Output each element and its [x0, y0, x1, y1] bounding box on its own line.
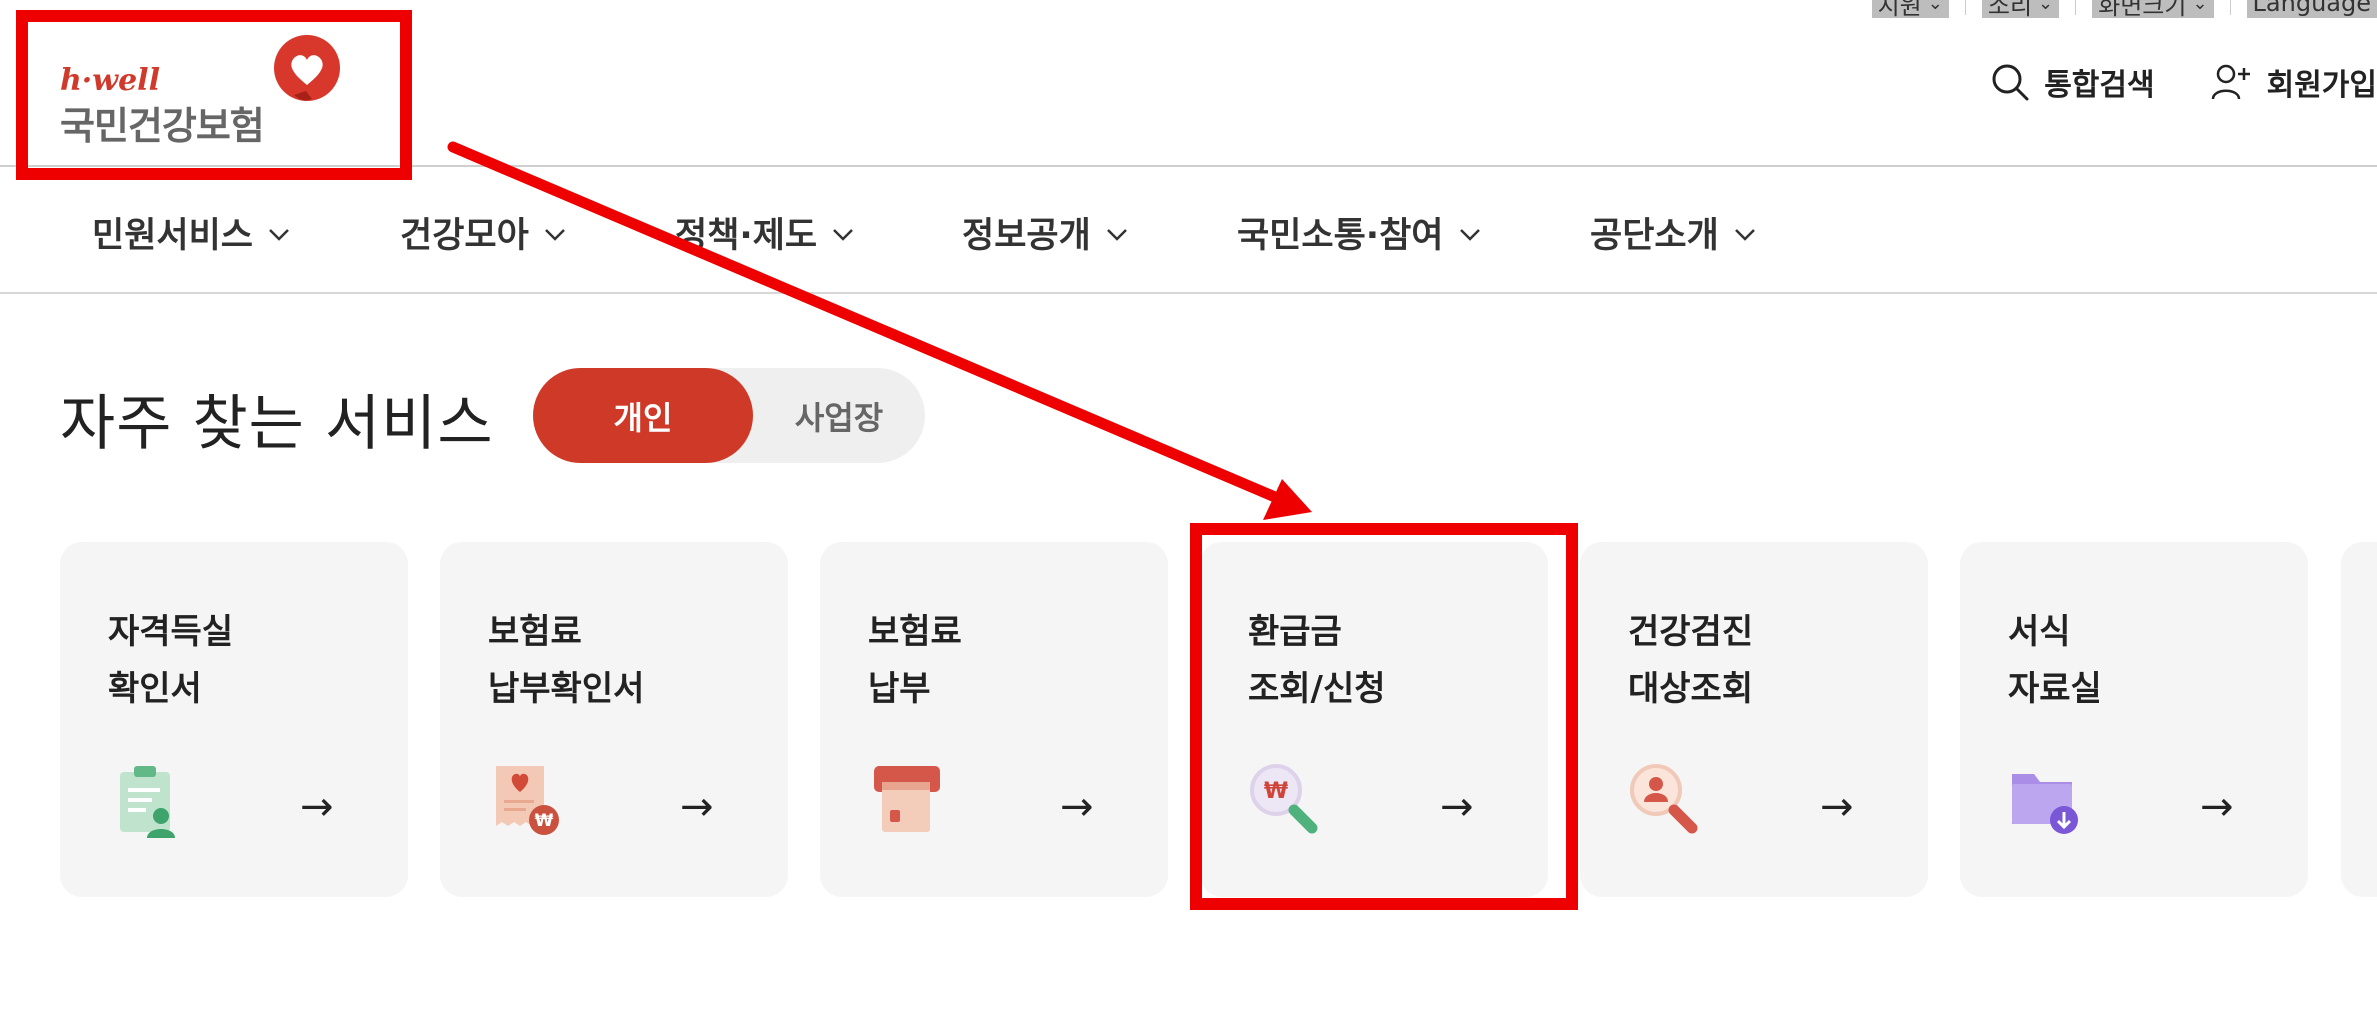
- card-title-line: 보험료: [488, 612, 582, 652]
- nav-item-disclosure[interactable]: 정보공개: [962, 207, 1129, 258]
- payment-card-icon: [874, 766, 940, 832]
- nav-item-label: 민원서비스: [92, 216, 254, 256]
- util-font-size[interactable]: 화면크기 ⌄: [2092, 0, 2214, 20]
- service-card-health-checkup[interactable]: 건강검진대상조회 →: [1580, 542, 1928, 897]
- chevron-down-icon: [1734, 228, 1755, 241]
- person-magnifier-icon: [1630, 764, 1698, 834]
- card-title: 보험료납부: [868, 604, 962, 718]
- card-title-line: 서식: [2008, 612, 2071, 652]
- util-sound[interactable]: 소리 ⌄: [1981, 0, 2060, 20]
- service-card-forms[interactable]: 서식자료실 →: [1960, 542, 2308, 897]
- signup-button[interactable]: 회원가입: [2211, 60, 2377, 104]
- highlight-box-refund: [1190, 523, 1578, 910]
- divider: [2075, 0, 2077, 15]
- chevron-down-icon: ⌄: [1927, 0, 1943, 14]
- card-title: 건강검진대상조회: [1628, 604, 1753, 718]
- nav-item-civil-service[interactable]: 민원서비스: [92, 207, 291, 258]
- nav-item-label: 건강모아: [400, 216, 529, 256]
- card-title: 서식자료실: [2008, 604, 2102, 718]
- nav-item-label: 정책·제도: [675, 216, 818, 256]
- card-title: 자격득실확인서: [108, 604, 233, 718]
- chevron-down-icon: [1106, 228, 1127, 241]
- svg-text:₩: ₩: [535, 811, 554, 831]
- chevron-down-icon: [833, 228, 853, 241]
- arrow-right-icon: →: [300, 784, 334, 830]
- arrow-right-icon: →: [1060, 784, 1094, 830]
- card-title-line: 자료실: [2008, 669, 2102, 709]
- nav-item-about[interactable]: 공단소개: [1590, 207, 1757, 258]
- nav-item-policy[interactable]: 정책·제도: [675, 207, 855, 258]
- card-title-line: 확인서: [108, 669, 202, 709]
- service-card-premium-payment[interactable]: 보험료납부 →: [820, 542, 1168, 897]
- nav-item-label: 공단소개: [1590, 216, 1719, 256]
- certificate-icon: [120, 766, 175, 838]
- main-nav: 민원서비스 건강모아 정책·제도 정보공개 국민소통·참여 공단소개: [0, 165, 2377, 294]
- chevron-down-icon: [269, 228, 289, 241]
- user-type-toggle: 개인 사업장: [533, 368, 925, 463]
- service-card-premium-certificate[interactable]: 보험료납부확인서 ₩ →: [440, 542, 788, 897]
- util-language-label: Language: [2252, 0, 2371, 17]
- arrow-right-icon: →: [680, 784, 714, 830]
- card-title-line: 보험료: [868, 612, 962, 652]
- chevron-down-icon: ⌄: [2038, 0, 2054, 14]
- util-support[interactable]: 지원 ⌄: [1871, 0, 1949, 20]
- util-sound-label: 소리: [1987, 0, 2033, 20]
- divider: [2229, 0, 2231, 15]
- service-card-next[interactable]: [2341, 542, 2377, 897]
- card-title: 보험료납부확인서: [488, 604, 644, 718]
- arrow-right-icon: →: [1820, 784, 1854, 830]
- card-title-line: 대상조회: [1628, 669, 1754, 709]
- card-title-line: 납부확인서: [488, 669, 645, 709]
- highlight-box-logo: [16, 10, 412, 180]
- utility-bar: 지원 ⌄ 소리 ⌄ 화면크기 ⌄ Language: [1856, 0, 2377, 20]
- card-title-line: 납부: [868, 669, 931, 709]
- search-label: 통합검색: [2044, 68, 2155, 103]
- chevron-down-icon: [1459, 228, 1480, 241]
- header-actions: 통합검색 회원가입: [1934, 60, 2377, 104]
- search-icon: [1992, 64, 2029, 101]
- util-language[interactable]: Language: [2246, 0, 2377, 18]
- nav-item-health[interactable]: 건강모아: [400, 207, 567, 258]
- util-support-label: 지원: [1877, 0, 1922, 20]
- card-title-line: 자격득실: [108, 612, 234, 652]
- search-button[interactable]: 통합검색: [1990, 60, 2155, 104]
- toggle-business[interactable]: 사업장: [753, 368, 925, 463]
- nav-item-label: 국민소통·참여: [1237, 216, 1444, 256]
- nav-item-participation[interactable]: 국민소통·참여: [1237, 207, 1482, 258]
- chevron-down-icon: ⌄: [2192, 0, 2208, 14]
- service-card-eligibility[interactable]: 자격득실확인서 →: [60, 542, 408, 897]
- user-plus-icon: [2211, 64, 2250, 100]
- util-font-size-label: 화면크기: [2098, 0, 2187, 20]
- section-title: 자주 찾는 서비스: [60, 389, 494, 459]
- folder-download-icon: [2012, 774, 2078, 834]
- receipt-won-icon: ₩: [496, 766, 559, 835]
- chevron-down-icon: [544, 228, 565, 241]
- nav-item-label: 정보공개: [962, 216, 1091, 256]
- signup-label: 회원가입: [2266, 68, 2377, 103]
- toggle-individual[interactable]: 개인: [533, 368, 753, 463]
- card-title-line: 건강검진: [1628, 612, 1754, 652]
- divider: [1964, 0, 1966, 15]
- arrow-right-icon: →: [2200, 784, 2234, 830]
